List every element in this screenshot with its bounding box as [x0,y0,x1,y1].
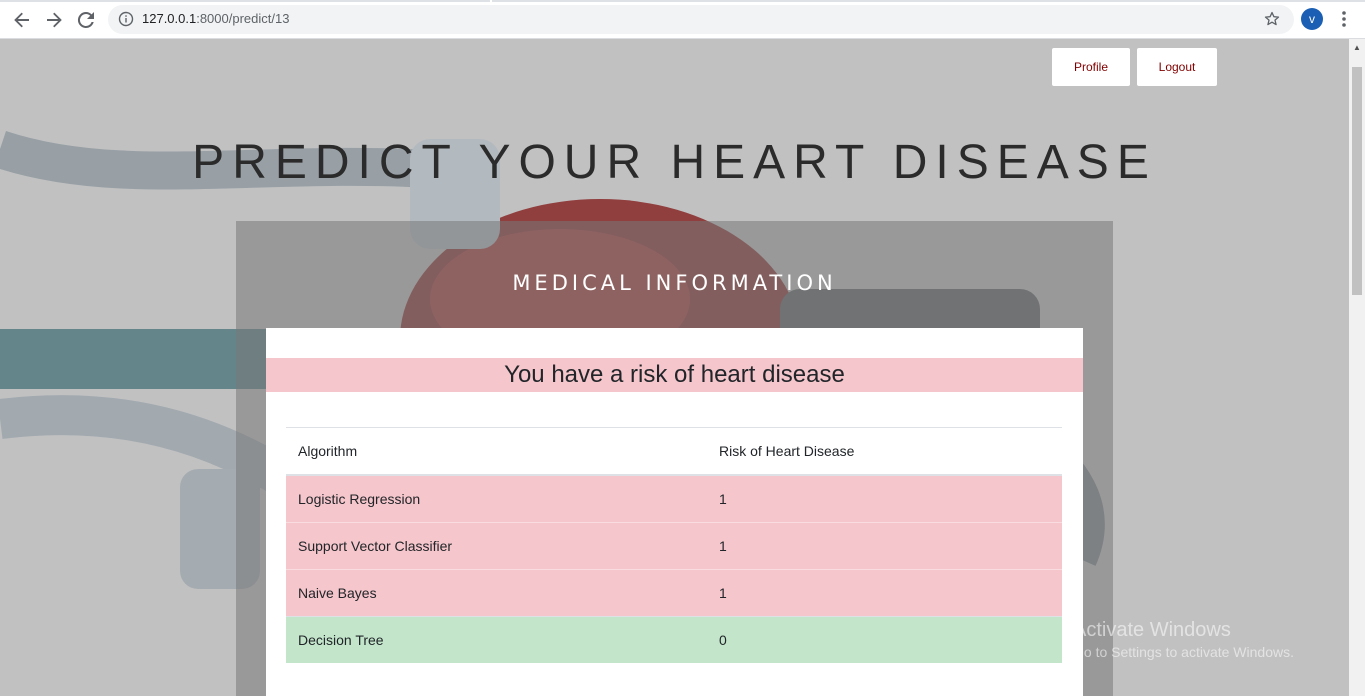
table-header-row: Algorithm Risk of Heart Disease [286,427,1062,476]
risk-alert: You have a risk of heart disease [266,358,1083,392]
tab-strip-right [492,0,1365,2]
page-title: PREDICT YOUR HEART DISEASE [192,136,1157,189]
watermark-title: Activate Windows [1073,619,1231,641]
results-table: Algorithm Risk of Heart Disease Logistic… [286,427,1062,663]
logout-button[interactable]: Logout [1137,48,1217,86]
profile-button[interactable]: Profile [1052,48,1130,86]
risk-cell: 1 [707,522,1062,570]
scroll-up-icon[interactable]: ▲ [1353,43,1361,52]
tab-strip [0,0,490,2]
watermark-subtitle: Go to Settings to activate Windows. [1073,644,1294,660]
url-host: 127.0.0.1 [142,11,197,26]
risk-cell: 1 [707,569,1062,617]
result-card: You have a risk of heart disease Algorit… [266,328,1083,696]
site-info-icon[interactable] [118,11,134,27]
browser-toolbar: 127.0.0.1:8000/predict/13 v [0,0,1365,39]
table-row: Logistic Regression 1 [286,474,1062,523]
url-path: :8000/predict/13 [196,11,290,26]
page-scrollbar[interactable]: ▲ [1349,39,1365,696]
address-bar[interactable]: 127.0.0.1:8000/predict/13 [108,5,1294,34]
algorithm-cell: Logistic Regression [286,474,707,523]
algorithm-cell: Naive Bayes [286,569,707,617]
more-menu-icon[interactable] [1336,8,1352,30]
table-row: Decision Tree 0 [286,616,1062,663]
algorithm-cell: Support Vector Classifier [286,522,707,570]
risk-cell: 0 [707,616,1062,663]
column-header-algorithm: Algorithm [286,427,707,476]
page-viewport: Profile Logout PREDICT YOUR HEART DISEAS… [0,39,1349,696]
risk-cell: 1 [707,474,1062,523]
url-text: 127.0.0.1:8000/predict/13 [142,11,289,26]
column-header-risk: Risk of Heart Disease [707,427,1062,476]
scrollbar-thumb[interactable] [1352,67,1362,295]
panel-title: MEDICAL INFORMATION [512,271,837,295]
forward-arrow-icon[interactable] [42,8,66,32]
algorithm-cell: Decision Tree [286,616,707,663]
table-row: Support Vector Classifier 1 [286,522,1062,570]
windows-activation-watermark: Activate Windows Go to Settings to activ… [1073,619,1294,660]
bookmark-star-icon[interactable] [1264,11,1280,27]
back-arrow-icon[interactable] [10,8,34,32]
profile-avatar[interactable]: v [1301,8,1323,30]
reload-icon[interactable] [74,8,98,32]
table-row: Naive Bayes 1 [286,569,1062,617]
